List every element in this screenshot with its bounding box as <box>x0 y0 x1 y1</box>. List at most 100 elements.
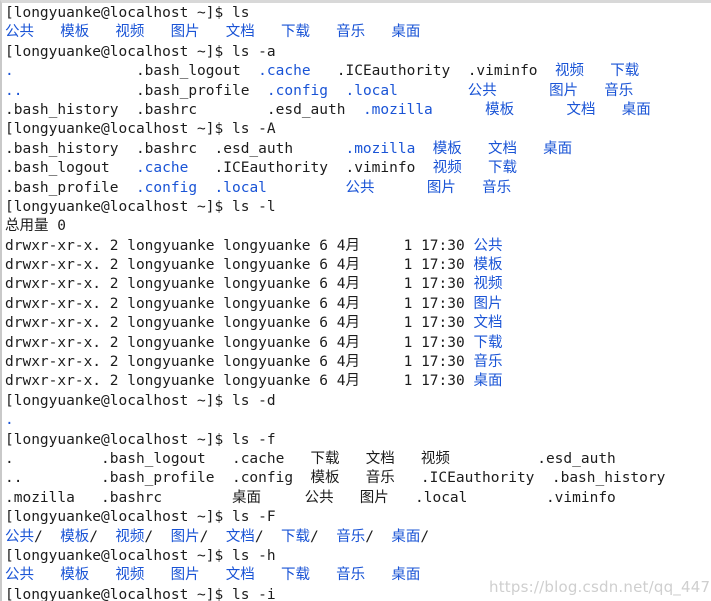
long-listing-row: drwxr-xr-x. 2 longyuanke longyuanke 6 4月… <box>5 372 711 391</box>
prompt-line: [longyuanke@localhost ~]$ ls -F <box>5 508 711 527</box>
output-token: 模板 文档 桌面 <box>485 101 651 118</box>
long-listing-meta: drwxr-xr-x. 2 longyuanke longyuanke 6 4月… <box>5 315 474 332</box>
output-token: .local <box>345 82 398 99</box>
output-token: / <box>420 528 430 545</box>
command-text: ls -i <box>231 586 276 601</box>
output-line: .bash_profile .config .local 公共 图片 音乐 <box>5 179 711 198</box>
command-text: ls -h <box>231 547 276 564</box>
output-token: 视频 下载 <box>432 160 517 177</box>
shell-prompt: [longyuanke@localhost ~]$ <box>5 5 232 21</box>
command-text: ls -a <box>231 43 276 60</box>
long-listing-row: drwxr-xr-x. 2 longyuanke longyuanke 6 4月… <box>5 256 711 275</box>
long-listing-name: 模板 <box>473 257 503 274</box>
output-line: .. .bash_profile .config .local 公共 图片 音乐 <box>5 82 711 101</box>
output-token <box>267 180 346 196</box>
output-token: .config <box>266 82 329 99</box>
output-token: .mozilla <box>345 140 416 157</box>
prompt-line: [longyuanke@localhost ~]$ ls -l <box>5 198 711 217</box>
long-listing-name: 公共 <box>473 237 503 254</box>
output-token: 公共 <box>5 528 34 545</box>
output-token: 公共 模板 视频 图片 文档 下载 音乐 桌面 <box>5 567 421 584</box>
prompt-line: [longyuanke@localhost ~]$ ls -a <box>5 43 711 62</box>
output-token: / <box>199 528 226 545</box>
prompt-line: [longyuanke@localhost ~]$ ls -d <box>5 392 711 411</box>
output-token: .ICEauthority .viminfo <box>188 160 433 177</box>
output-token: / <box>89 528 116 545</box>
output-token: 图片 <box>170 528 200 545</box>
output-token: .bash_profile <box>5 179 136 196</box>
long-listing-row: drwxr-xr-x. 2 longyuanke longyuanke 6 4月… <box>5 295 711 314</box>
output-token: 桌面 <box>391 528 421 545</box>
long-listing-name: 桌面 <box>473 373 503 390</box>
output-line: .bash_logout .cache .ICEauthority .vimin… <box>5 159 711 178</box>
output-token: . <box>5 412 14 429</box>
output-token <box>398 83 468 99</box>
output-token: .mozilla .bashrc 桌面 公共 图片 .local .viminf… <box>5 489 616 506</box>
long-listing-meta: drwxr-xr-x. 2 longyuanke longyuanke 6 4月… <box>5 373 474 390</box>
shell-prompt: [longyuanke@localhost ~]$ <box>5 198 232 215</box>
prompt-line: [longyuanke@localhost ~]$ ls -i <box>5 586 711 601</box>
output-token: / <box>144 528 171 545</box>
output-line: . .bash_logout .cache .ICEauthority .vim… <box>5 62 711 81</box>
prompt-line: [longyuanke@localhost ~]$ ls -f <box>5 431 711 450</box>
terminal-window[interactable]: [longyuanke@localhost ~]$ ls 公共 模板 视频 图片 … <box>0 0 711 601</box>
long-listing-meta: drwxr-xr-x. 2 longyuanke longyuanke 6 4月… <box>5 276 474 293</box>
output-token: 公共 图片 音乐 <box>467 82 634 99</box>
output-token: .bash_logout <box>5 160 136 177</box>
shell-prompt: [longyuanke@localhost ~]$ <box>5 392 232 409</box>
output-line: 公共 模板 视频 图片 文档 下载 音乐 桌面 <box>5 566 711 585</box>
total-label: 总用量 0 <box>5 218 66 235</box>
long-listing-row: drwxr-xr-x. 2 longyuanke longyuanke 6 4月… <box>5 275 711 294</box>
prompt-line: [longyuanke@localhost ~]$ ls -A <box>5 120 711 139</box>
command-text: ls -F <box>231 509 276 526</box>
shell-prompt: [longyuanke@localhost ~]$ <box>5 121 232 138</box>
long-listing-row: drwxr-xr-x. 2 longyuanke longyuanke 6 4月… <box>5 334 711 353</box>
shell-prompt: [longyuanke@localhost ~]$ <box>5 431 232 448</box>
output-token: 公共 模板 视频 图片 文档 下载 音乐 桌面 <box>5 24 421 41</box>
long-listing-name: 图片 <box>473 295 503 312</box>
output-line: .bash_history .bashrc .esd_auth .mozilla… <box>5 140 711 159</box>
long-listing-row: drwxr-xr-x. 2 longyuanke longyuanke 6 4月… <box>5 353 711 372</box>
long-listing-row: drwxr-xr-x. 2 longyuanke longyuanke 6 4月… <box>5 237 711 256</box>
output-line: . <box>5 411 711 430</box>
output-token: .bash_history .bashrc <box>5 101 267 118</box>
long-listing-meta: drwxr-xr-x. 2 longyuanke longyuanke 6 4月… <box>5 334 474 351</box>
output-token: . .bash_logout .cache 下载 文档 视频 .esd_auth <box>5 450 616 467</box>
prompt-line: [longyuanke@localhost ~]$ ls <box>5 4 711 23</box>
output-token: . <box>5 63 14 80</box>
long-listing-meta: drwxr-xr-x. 2 longyuanke longyuanke 6 4月… <box>5 237 474 254</box>
long-listing-name: 文档 <box>473 315 503 332</box>
output-line: 公共 模板 视频 图片 文档 下载 音乐 桌面 <box>5 23 711 42</box>
output-token: 公共 图片 音乐 <box>345 179 512 196</box>
output-token: / <box>310 528 337 545</box>
command-text: ls -l <box>231 198 276 215</box>
output-token: 视频 下载 <box>555 63 640 80</box>
terminal-screen[interactable]: [longyuanke@localhost ~]$ ls 公共 模板 视频 图片 … <box>2 3 711 601</box>
command-text: ls -d <box>231 392 276 409</box>
output-token: .ICEauthority .viminfo <box>310 63 555 80</box>
output-token: .esd_auth <box>266 101 363 118</box>
output-token: 下载 <box>281 528 311 545</box>
output-token: 音乐 <box>336 528 366 545</box>
shell-prompt: [longyuanke@localhost ~]$ <box>5 43 232 60</box>
output-line: .bash_history .bashrc .esd_auth .mozilla… <box>5 101 711 120</box>
output-token: 文档 <box>225 528 255 545</box>
shell-prompt: [longyuanke@localhost ~]$ <box>5 586 232 601</box>
output-token: 模板 <box>60 528 90 545</box>
output-token: .bash_logout <box>13 63 259 80</box>
shell-prompt: [longyuanke@localhost ~]$ <box>5 547 232 564</box>
output-line: .. .bash_profile .config 模板 音乐 .ICEautho… <box>5 469 711 488</box>
output-token: / <box>254 528 282 545</box>
output-token: .config <box>135 179 198 196</box>
output-token: .bash_history .bashrc .esd_auth <box>5 140 346 157</box>
long-listing-meta: drwxr-xr-x. 2 longyuanke longyuanke 6 4月… <box>5 354 474 371</box>
output-line: 公共/ 模板/ 视频/ 图片/ 文档/ 下载/ 音乐/ 桌面/ <box>5 528 711 547</box>
output-token: .bash_profile <box>22 82 267 99</box>
output-token <box>197 180 214 196</box>
output-token: .. .bash_profile .config 模板 音乐 .ICEautho… <box>5 470 666 487</box>
long-listing-name: 音乐 <box>473 354 503 371</box>
output-token: / <box>34 528 61 545</box>
output-token: .cache <box>258 63 311 80</box>
long-listing-name: 下载 <box>473 334 503 351</box>
output-line: . .bash_logout .cache 下载 文档 视频 .esd_auth <box>5 450 711 469</box>
